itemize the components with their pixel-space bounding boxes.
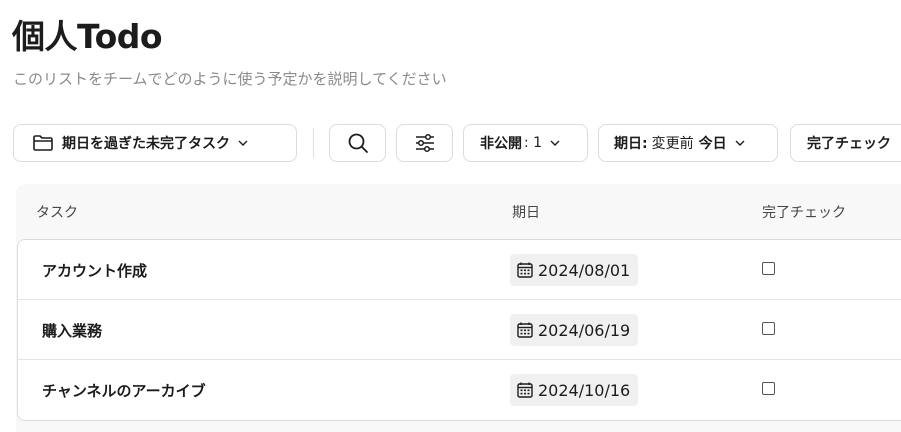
chevron-down-icon (238, 140, 248, 146)
due-date-filter-value: 変更前 (651, 136, 694, 152)
search-icon (347, 132, 369, 154)
due-date-chip[interactable]: 2024/08/01 (510, 254, 639, 286)
toolbar-divider (313, 128, 314, 158)
column-header-completed[interactable]: 完了チェック (762, 202, 846, 222)
page-title: 個人Todo (12, 17, 163, 56)
hidden-filter-button[interactable]: 非公開 : 1 (463, 124, 588, 162)
column-header-task[interactable]: タスク (36, 202, 78, 222)
completed-checkbox[interactable] (762, 322, 775, 335)
due-date-filter-label: 期日: (614, 136, 648, 152)
task-name[interactable]: アカウント作成 (42, 260, 147, 281)
view-filter-button[interactable]: 期日を過ぎた未完了タスク (13, 124, 297, 162)
view-filter-label: 期日を過ぎた未完了タスク (62, 136, 230, 152)
column-header-due-date[interactable]: 期日 (512, 202, 540, 222)
hidden-filter-label: 非公開 (480, 136, 522, 152)
calendar-icon (517, 382, 533, 398)
completed-filter-label: 完了チェック (807, 136, 891, 152)
table-row[interactable]: 購入業務 2024/06/19 (18, 300, 901, 360)
chevron-down-icon (735, 140, 745, 146)
calendar-icon (517, 262, 533, 278)
table-row[interactable]: アカウント作成 2024/08/01 (18, 240, 901, 300)
sliders-icon (414, 133, 436, 153)
due-date-text: 2024/10/16 (538, 380, 631, 400)
due-date-text: 2024/06/19 (538, 320, 631, 340)
completed-checkbox[interactable] (762, 262, 775, 275)
folder-icon (32, 134, 54, 152)
table-row[interactable]: チャンネルのアーカイブ 2024/10/16 (18, 360, 901, 420)
due-date-filter-button[interactable]: 期日: 変更前 今日 (598, 124, 778, 162)
due-date-filter-value-strong: 今日 (698, 136, 727, 152)
calendar-icon (517, 322, 533, 338)
task-rows: アカウント作成 2024/08/01 購入業務 2024/06/19 チャンネル… (17, 239, 901, 421)
due-date-chip[interactable]: 2024/10/16 (510, 374, 639, 406)
toolbar: 期日を過ぎた未完了タスク 非公開 : 1 期日: 変更前 今日 完了チェック (0, 124, 901, 164)
filter-settings-button[interactable] (396, 124, 453, 162)
task-name[interactable]: チャンネルのアーカイブ (42, 380, 206, 401)
task-table: タスク 期日 完了チェック アカウント作成 2024/08/01 購入業務 20… (16, 184, 901, 432)
completed-filter-button[interactable]: 完了チェック (790, 124, 901, 162)
completed-checkbox[interactable] (762, 382, 775, 395)
due-date-chip[interactable]: 2024/06/19 (510, 314, 639, 346)
search-button[interactable] (329, 124, 386, 162)
due-date-text: 2024/08/01 (538, 260, 631, 280)
page-description[interactable]: このリストをチームでどのように使う予定かを説明してください (13, 68, 447, 89)
hidden-filter-count: : 1 (524, 135, 543, 151)
task-name[interactable]: 購入業務 (42, 320, 102, 341)
chevron-down-icon (550, 140, 560, 146)
